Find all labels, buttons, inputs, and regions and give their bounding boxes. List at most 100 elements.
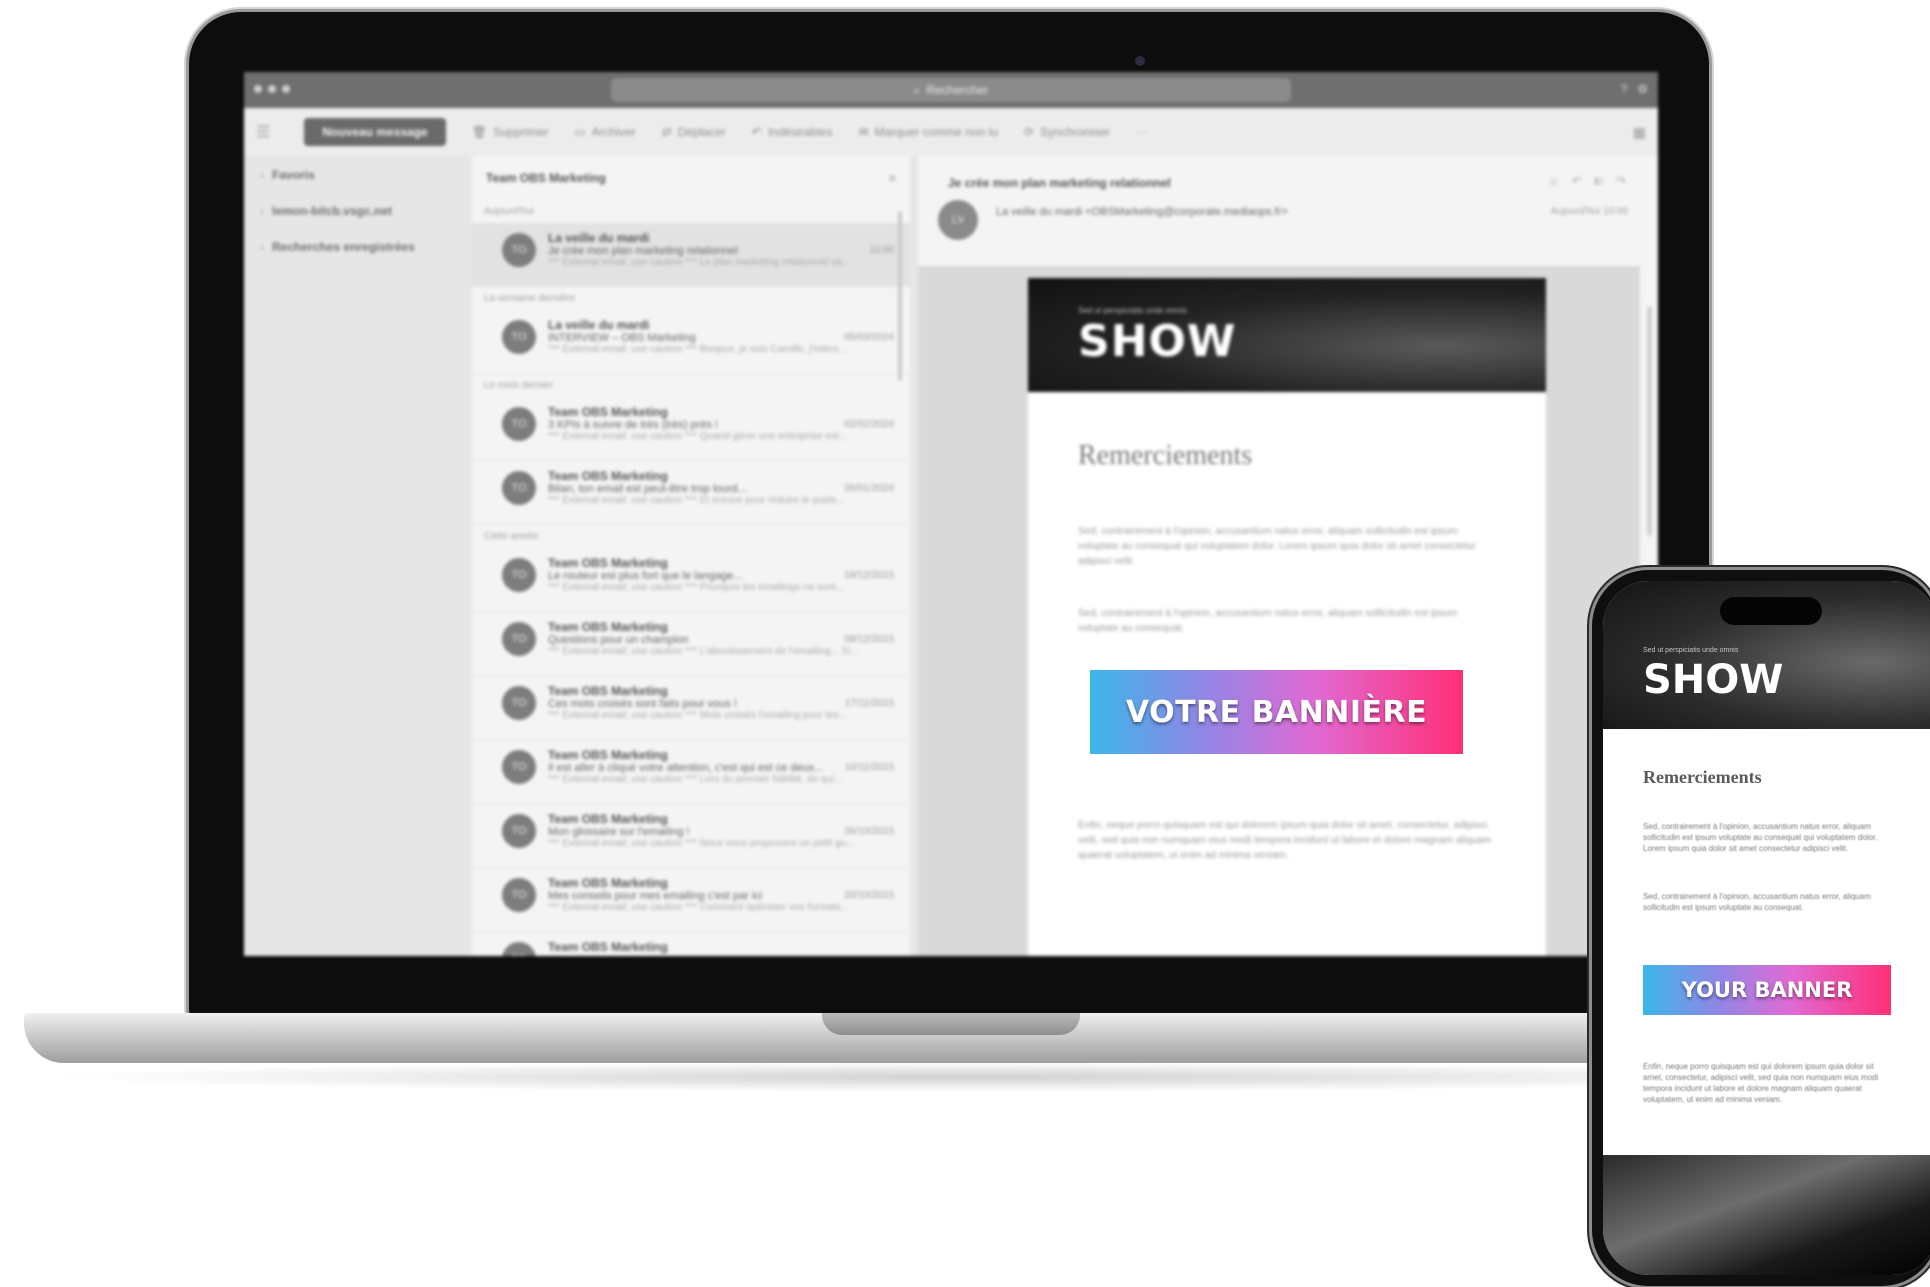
reply-icon[interactable]: ↶ [1572, 174, 1582, 188]
smiley-icon[interactable]: ☺ [1548, 174, 1560, 188]
folder-saved-searches[interactable]: › Recherches enregistrées [260, 240, 456, 254]
mail-date: 08/12/2023 [843, 634, 894, 645]
avatar: TO [502, 558, 536, 592]
email-header-image: Sed ut perspiciatis unde omnis SHOW [1028, 278, 1546, 392]
phone-footer-image [1603, 1155, 1930, 1275]
mail-subject: Mes conseils pour mes emailing c'est par… [548, 890, 763, 902]
delete-button[interactable]: 🗑 Supprimer [472, 125, 549, 139]
reading-sender: La veille du mardi <OBSMarketing@corpora… [996, 206, 1288, 218]
help-icon[interactable]: ? [1621, 82, 1628, 96]
message-list-header: Team OBS Marketing ≡ [472, 156, 910, 200]
reading-subject: Je crée mon plan marketing relationnel [948, 176, 1171, 190]
mail-date: 17/11/2023 [844, 698, 894, 709]
list-item[interactable]: TO Team OBS Marketing Il est aller à cli… [472, 740, 910, 804]
mail-preview: *** External email: use caution *** Pour… [548, 582, 845, 593]
mail-preview: *** External email: use caution *** Et e… [548, 495, 845, 506]
group-this-year: Cette année [484, 531, 539, 542]
sync-icon: ⟳ [1024, 125, 1035, 139]
mail-preview: *** External email: use caution *** Nous… [548, 838, 855, 849]
trash-icon: 🗑 [471, 125, 487, 139]
new-message-button[interactable]: Nouveau message [304, 118, 446, 146]
mail-preview: *** External email: use caution *** Mots… [548, 710, 847, 721]
list-item[interactable]: TO Team OBS Marketing Questions pour un … [472, 612, 910, 676]
mail-subject: Je crée mon plan marketing relationnel [548, 245, 738, 257]
mail-preview: *** External email: use caution *** Comm… [548, 902, 850, 913]
mail-sender: Team OBS Marketing [548, 812, 668, 826]
mail-date: 19/12/2023 [843, 570, 894, 581]
layout-icon[interactable]: ▦ [1633, 124, 1646, 141]
mail-sender: Team OBS Marketing [548, 684, 668, 698]
flag-icon: ✉ [858, 125, 869, 139]
email-paragraph: Enfin, neque porro quisquam est qui dolo… [1078, 820, 1492, 861]
list-item[interactable]: TO Team OBS Marketing [472, 932, 910, 956]
phone-email-header: Sed ut perspiciatis unde omnis SHOW [1603, 581, 1930, 729]
laptop-notch [822, 1013, 1080, 1035]
folder-sidebar: › Favoris › lemon-bitcb.vsgc.net › Recherch… [244, 156, 472, 956]
reply-icon: ↶ [751, 125, 762, 139]
search-input[interactable]: ⌕ Rechercher [611, 78, 1291, 102]
list-item[interactable]: TO Team OBS Marketing Bilan, ton email e… [472, 461, 910, 525]
reading-pane: Je crée mon plan marketing relationnel ☺… [918, 156, 1658, 956]
banner-placeholder-desktop[interactable]: VOTRE BANNIÈRE [1090, 670, 1463, 754]
message-list-scrollbar[interactable] [898, 211, 902, 381]
list-item[interactable]: TO Team OBS Marketing Mon glossaire sur … [472, 804, 910, 868]
more-button[interactable]: ··· [1136, 125, 1148, 139]
phone-screen: Sed ut perspiciatis unde omnis SHOW Reme… [1603, 581, 1930, 1275]
reading-scrollbar[interactable] [1647, 306, 1652, 536]
toolbar: ☰ Nouveau message 🗑 Supprimer ▭ Archiver ⇄… [244, 108, 1658, 156]
dynamic-island [1720, 597, 1822, 625]
list-item[interactable]: TO Team OBS Marketing Ces mots croisés s… [472, 676, 910, 740]
avatar: TO [502, 320, 536, 354]
message-list-title: Team OBS Marketing [486, 171, 606, 185]
phone-email-title: Remerciements [1643, 767, 1762, 787]
group-last-month: Le mois dernier [484, 380, 553, 391]
archive-button[interactable]: ▭ Archiver [574, 125, 635, 139]
mail-preview: *** External email: use caution *** Lors… [548, 774, 843, 785]
mail-sender: Team OBS Marketing [548, 620, 668, 634]
mail-date: 10/11/2023 [844, 762, 894, 773]
mail-sender: Team OBS Marketing [548, 940, 668, 954]
mail-date: 10:00 [868, 245, 894, 256]
folder-account[interactable]: › lemon-bitcb.vsgc.net [260, 204, 456, 218]
title-icons[interactable]: ? ⚙ [1621, 82, 1648, 96]
move-button[interactable]: ⇄ Déplacer [662, 125, 726, 139]
list-item[interactable]: TO Team OBS Marketing Le routeur est plu… [472, 548, 910, 612]
group-last-week: La semaine dernière [484, 293, 576, 304]
mail-preview: *** External email: use caution *** Quan… [548, 431, 848, 442]
mail-app-window: ⌕ Rechercher ? ⚙ ☰ Nouveau message 🗑 Suppr… [244, 72, 1658, 956]
sync-button[interactable]: ⟳ Synchroniser [1024, 125, 1110, 139]
phone-brand-logo: SHOW [1643, 657, 1784, 703]
message-list: Team OBS Marketing ≡ Aujourd'hui TO La v… [472, 156, 910, 956]
folder-favorites[interactable]: › Favoris [260, 168, 456, 182]
mark-unread-button[interactable]: ✉ Marquer comme non lu [859, 125, 998, 139]
list-item[interactable]: TO La veille du mardi Je crée mon plan m… [472, 223, 910, 287]
forward-icon[interactable]: ↷ [1616, 174, 1626, 188]
list-item[interactable]: TO Team OBS Marketing Mes conseils pour … [472, 868, 910, 932]
search-icon: ⌕ [913, 82, 921, 97]
list-item[interactable]: TO La veille du mardi INTERVIEW – OBS Ma… [472, 310, 910, 374]
mail-preview: *** External email: use caution *** Le p… [548, 257, 850, 268]
avatar: TO [502, 471, 536, 505]
mail-sender: Team OBS Marketing [548, 556, 668, 570]
email-title: Remerciements [1078, 440, 1253, 471]
move-icon: ⇄ [661, 125, 672, 139]
camera-icon [1135, 56, 1145, 66]
junk-button[interactable]: ↶ Indésirables [752, 125, 833, 139]
mail-sender: Team OBS Marketing [548, 405, 668, 419]
avatar: TO [502, 942, 536, 956]
banner-placeholder-mobile[interactable]: YOUR BANNER [1643, 965, 1891, 1015]
avatar: TO [502, 814, 536, 848]
filter-icon[interactable]: ≡ [889, 171, 896, 185]
email-content: Sed ut perspiciatis unde omnis SHOW Reme… [1028, 278, 1546, 956]
reading-date: Aujourd'hui 10:00 [1550, 206, 1628, 217]
email-paragraph: Sed, contrairement à l'opinion, accusant… [1078, 608, 1458, 634]
mail-subject: Ces mots croisés sont faits pour vous ! [548, 698, 737, 710]
list-item[interactable]: TO Team OBS Marketing 3 KPIs à suivre de… [472, 397, 910, 461]
chevron-right-icon: › [260, 240, 264, 254]
brand-tagline: Sed ut perspiciatis unde omnis [1078, 306, 1187, 315]
menu-icon[interactable]: ☰ [256, 122, 270, 142]
settings-icon[interactable]: ⚙ [1637, 82, 1648, 96]
window-controls[interactable] [254, 85, 290, 93]
reply-all-icon[interactable]: ⇇ [1594, 174, 1604, 188]
mail-subject: 3 KPIs à suivre de très (très) près ! [548, 419, 718, 431]
